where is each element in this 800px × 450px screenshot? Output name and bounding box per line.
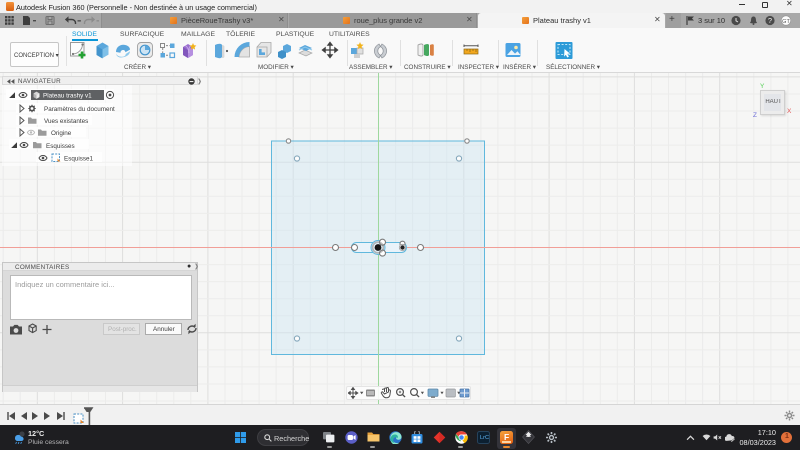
svg-text:Paramètres du document: Paramètres du document [44, 106, 115, 113]
svg-text:Plateau trashy v1: Plateau trashy v1 [43, 92, 92, 99]
svg-text:Esquisses: Esquisses [46, 143, 75, 150]
svg-text:?: ? [768, 16, 772, 25]
svg-text:Vues existantes: Vues existantes [44, 118, 88, 125]
svg-text:Esquisse1: Esquisse1 [64, 156, 94, 163]
svg-text:GT: GT [782, 19, 790, 25]
svg-text:Origine: Origine [51, 130, 72, 137]
